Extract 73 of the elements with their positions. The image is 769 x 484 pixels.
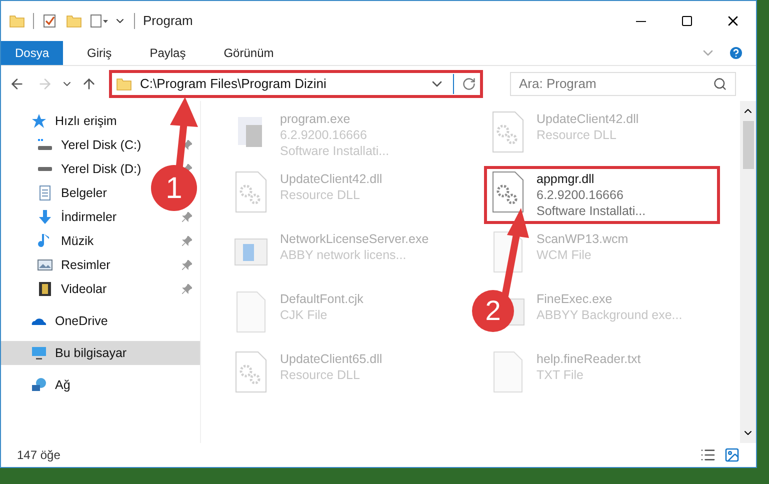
highlighted-file-tile[interactable]: appmgr.dll 6.2.9200.16666 Software Installati... xyxy=(484,166,720,224)
item-count: 147 öğe xyxy=(17,447,60,464)
file-detail: TXT File xyxy=(536,367,584,383)
blank-file-icon xyxy=(490,351,524,393)
gear-file-icon xyxy=(234,171,268,213)
ribbon-tab[interactable]: Görünüm xyxy=(210,41,288,65)
scroll-thumb[interactable] xyxy=(742,121,754,169)
file-detail: 6.2.9200.16666 xyxy=(280,127,368,143)
address-path: C:\Program Files\Program Dizini xyxy=(140,74,328,93)
file-detail: Software Installati... xyxy=(536,203,646,219)
window-title: Program xyxy=(143,12,193,30)
file-name: UpdateClient42.dll xyxy=(536,111,639,127)
help-icon[interactable] xyxy=(728,45,744,61)
properties-icon[interactable] xyxy=(42,13,58,29)
nav-item[interactable]: Resimler xyxy=(37,256,110,274)
star-icon xyxy=(31,113,47,129)
search-input[interactable]: Ara: Program xyxy=(519,74,713,94)
nav-item[interactable]: Yerel Disk (D:) xyxy=(37,160,142,178)
monitor-icon xyxy=(31,345,47,361)
file-name: UpdateClient65.dll xyxy=(280,351,382,367)
nav-item[interactable]: Videolar xyxy=(37,280,107,298)
maximize-icon xyxy=(681,15,693,27)
file-name: NetworkLicenseServer.exe xyxy=(280,231,429,247)
minimize-icon xyxy=(636,20,646,22)
file-name: DefaultFont.cjk xyxy=(280,291,364,307)
file-detail: ABBYY Background exe... xyxy=(536,307,682,323)
file-detail: Resource DLL xyxy=(280,187,361,203)
file-detail: Software Installati... xyxy=(280,143,390,159)
file-detail: 6.2.9200.16666 xyxy=(536,187,624,203)
file-detail: ABBY network licens... xyxy=(280,247,408,263)
nav-item[interactable]: Ağ xyxy=(31,376,70,394)
drive-icon xyxy=(37,166,53,172)
view-options-icon[interactable] xyxy=(90,13,110,29)
nav-item[interactable]: Müzik xyxy=(37,232,94,250)
address-bar[interactable]: C:\Program Files\Program Dizini xyxy=(109,70,483,98)
gear-file-icon xyxy=(234,351,268,393)
ribbon-tab[interactable]: Giriş xyxy=(73,41,126,65)
nav-item[interactable]: Hızlı erişim xyxy=(31,112,117,130)
down-arrow-icon xyxy=(37,209,53,225)
nav-item[interactable]: İndirmeler xyxy=(37,208,117,226)
file-name: FineExec.exe xyxy=(536,291,614,307)
blank-file-icon xyxy=(234,291,268,333)
ribbon-tab[interactable]: Dosya xyxy=(1,41,64,65)
back-icon[interactable] xyxy=(9,76,25,92)
file-detail: Resource DLL xyxy=(280,367,361,383)
file-name: help.fineReader.txt xyxy=(536,351,641,367)
file-detail: CJK File xyxy=(280,307,328,323)
film-icon xyxy=(37,281,53,297)
file-detail: WCM File xyxy=(536,247,592,263)
drive-icon xyxy=(37,137,53,153)
up-icon[interactable] xyxy=(81,76,97,92)
file-name: UpdateClient42.dll xyxy=(280,171,382,187)
scrollbar[interactable] xyxy=(740,101,756,443)
nav-item[interactable]: Yerel Disk (C:) xyxy=(37,136,142,154)
gear-file-icon xyxy=(490,111,524,153)
nav-item[interactable]: OneDrive xyxy=(31,312,108,330)
picture-icon xyxy=(37,257,53,273)
ribbon-tab[interactable]: Paylaş xyxy=(136,41,200,65)
file-detail: Resource DLL xyxy=(536,127,618,143)
document-icon xyxy=(37,185,53,201)
file-name: ScanWP13.wcm xyxy=(536,231,628,247)
refresh-icon[interactable] xyxy=(462,76,476,90)
search-icon xyxy=(713,76,727,90)
gear-file-icon xyxy=(490,171,524,213)
large-icons-view-icon[interactable] xyxy=(724,447,740,463)
nav-item[interactable]: Belgeler xyxy=(37,184,107,202)
blank-file-icon xyxy=(490,231,524,273)
details-view-icon[interactable] xyxy=(700,447,716,463)
search-field[interactable]: Ara: Program xyxy=(510,72,736,96)
file-name: program.exe xyxy=(280,111,352,127)
network-icon xyxy=(31,377,47,393)
folder-icon xyxy=(116,76,132,92)
file-name: appmgr.dll xyxy=(536,171,596,187)
